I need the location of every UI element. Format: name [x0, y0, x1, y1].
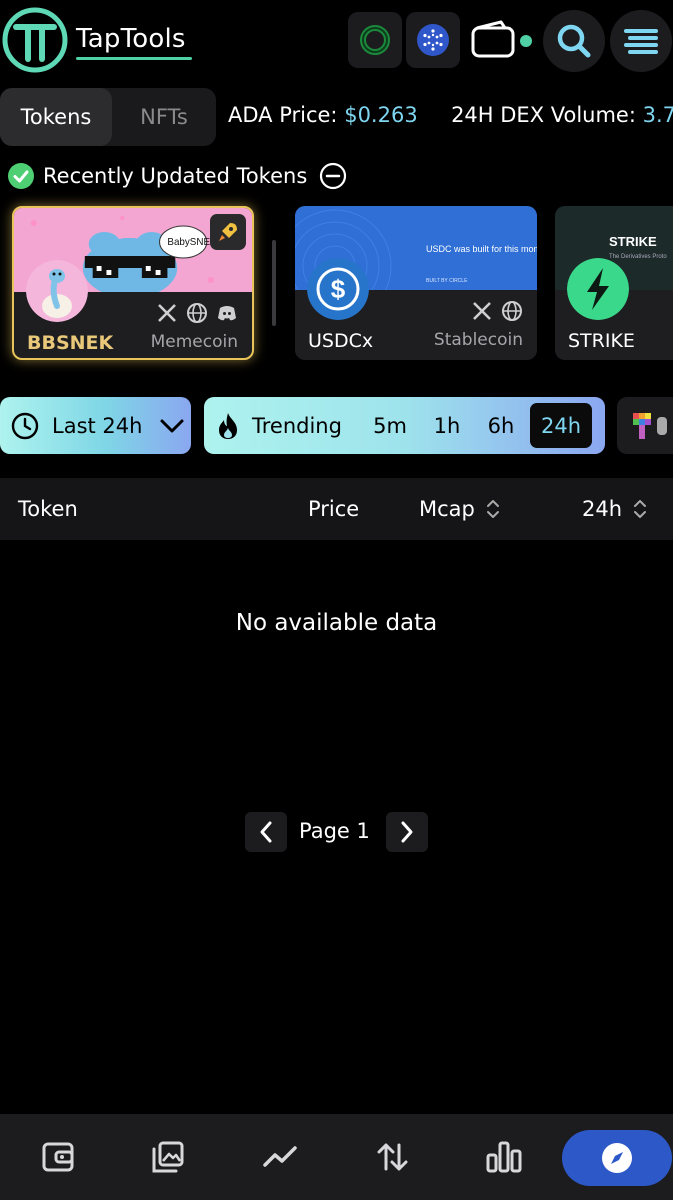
ring-button[interactable] — [348, 12, 402, 68]
multicolor-icon — [633, 413, 667, 439]
time-range-label: Last 24h — [52, 413, 143, 438]
recently-updated-header: Recently Updated Tokens — [8, 162, 347, 190]
nav-gallery[interactable] — [138, 1114, 198, 1200]
boost-badge[interactable] — [210, 214, 246, 250]
bbsnek-socials — [156, 302, 238, 324]
dex-volume-value: 3.7 — [642, 103, 673, 127]
strike-avatar — [567, 258, 629, 320]
wallet-status-dot — [520, 35, 532, 47]
market-ticker: ADA Price: $0.263 24H DEX Volume: 3.7 — [228, 103, 673, 127]
svg-text:$: $ — [331, 274, 346, 304]
compass-icon — [602, 1143, 632, 1173]
fire-icon — [219, 412, 237, 439]
token-name: STRIKE — [568, 330, 635, 352]
swap-icon — [377, 1143, 408, 1171]
time-range-select[interactable]: Last 24h — [0, 397, 191, 454]
dex-volume-label: 24H DEX Volume: — [451, 103, 636, 127]
tab-tokens[interactable]: Tokens — [0, 88, 112, 146]
empty-state-message: No available data — [235, 610, 438, 636]
carousel-divider — [272, 240, 276, 326]
extra-filter[interactable] — [617, 397, 673, 454]
token-name: USDCx — [308, 330, 374, 352]
token-card-bbsnek[interactable]: BabySNE BBSNEK Memecoin — [12, 206, 254, 360]
wallet-button[interactable] — [466, 14, 540, 68]
ring-icon — [360, 25, 390, 55]
prev-page-button[interactable] — [245, 812, 287, 852]
trending-filter: Trending 5m 1h 6h 24h — [204, 397, 605, 454]
strike-banner-text: STRIKE — [609, 234, 657, 249]
table-header: Token Price Mcap 24h — [0, 478, 673, 540]
token-category: Stablecoin — [433, 330, 523, 350]
globe-icon[interactable] — [186, 302, 208, 324]
trending-label: Trending — [252, 413, 342, 438]
usdcx-avatar: $ — [307, 258, 369, 320]
bbsnek-avatar — [26, 260, 88, 322]
ada-price-value: $0.263 — [344, 103, 418, 127]
token-card-usdcx[interactable]: USDC was built for this moment. BUILT BY… — [295, 206, 537, 360]
bbsnek-banner-text: BabySNE — [167, 237, 210, 248]
nav-analytics[interactable] — [474, 1114, 534, 1200]
wallet-icon — [471, 20, 532, 58]
timeframe-1h[interactable]: 1h — [424, 397, 470, 454]
usdcx-socials — [471, 300, 523, 322]
column-price[interactable]: Price — [308, 478, 359, 540]
search-button[interactable] — [543, 10, 605, 72]
bottom-navigation — [0, 1114, 673, 1200]
column-price-label: Price — [308, 497, 360, 521]
timeframe-5m[interactable]: 5m — [364, 397, 416, 454]
globe-icon[interactable] — [501, 300, 523, 322]
tab-nfts[interactable]: NFTs — [112, 88, 216, 146]
x-icon[interactable] — [156, 302, 178, 324]
brand-name[interactable]: TapTools — [76, 24, 186, 54]
sort-icon — [634, 500, 647, 518]
bar-chart-icon — [486, 1141, 522, 1173]
column-24h[interactable]: 24h — [582, 478, 648, 540]
column-mcap-label: Mcap — [419, 497, 475, 521]
chevron-right-icon — [401, 821, 413, 843]
token-name: BBSNEK — [27, 332, 114, 354]
column-24h-label: 24h — [582, 497, 623, 521]
check-circle-icon — [8, 163, 34, 189]
network-button[interactable] — [406, 12, 460, 68]
chevron-left-icon — [260, 821, 272, 843]
nav-explore[interactable] — [562, 1130, 672, 1186]
rocket-icon — [219, 223, 237, 241]
discord-icon[interactable] — [216, 302, 238, 324]
strike-banner-sub: The Derivatives Proto — [609, 254, 667, 260]
menu-button[interactable] — [610, 10, 672, 72]
recently-updated-title: Recently Updated Tokens — [43, 164, 308, 188]
brand-underline — [76, 57, 192, 60]
next-page-button[interactable] — [386, 812, 428, 852]
timeframe-24h[interactable]: 24h — [530, 403, 592, 448]
sort-icon — [486, 500, 499, 518]
chevron-down-icon — [160, 419, 184, 432]
menu-icon — [624, 29, 658, 54]
token-category: Memecoin — [150, 332, 238, 352]
clock-icon — [11, 412, 39, 439]
usdcx-banner-text: USDC was built for this moment. — [426, 244, 537, 254]
gallery-icon — [152, 1141, 184, 1173]
nav-charts[interactable] — [250, 1114, 310, 1200]
collapse-icon[interactable] — [319, 162, 347, 190]
logo-icon[interactable] — [2, 7, 68, 73]
usdcx-banner-footer: BUILT BY CIRCLE — [426, 278, 468, 284]
nav-swap[interactable] — [362, 1114, 422, 1200]
chart-line-icon — [263, 1146, 297, 1167]
column-token[interactable]: Token — [18, 478, 78, 540]
nav-wallet[interactable] — [28, 1114, 88, 1200]
search-icon — [557, 24, 591, 58]
app-header: TapTools — [0, 0, 673, 90]
ada-price-label: ADA Price: — [228, 103, 338, 127]
page-indicator: Page 1 — [299, 819, 370, 843]
column-token-label: Token — [18, 497, 78, 521]
column-mcap[interactable]: Mcap — [419, 478, 501, 540]
token-card-strike[interactable]: STRIKE The Derivatives Proto STRIKE — [555, 206, 673, 360]
cardano-icon — [417, 24, 449, 56]
timeframe-6h[interactable]: 6h — [478, 397, 524, 454]
x-icon[interactable] — [471, 300, 493, 322]
wallet-icon — [42, 1142, 74, 1172]
asset-type-tabs: Tokens NFTs — [0, 88, 216, 146]
